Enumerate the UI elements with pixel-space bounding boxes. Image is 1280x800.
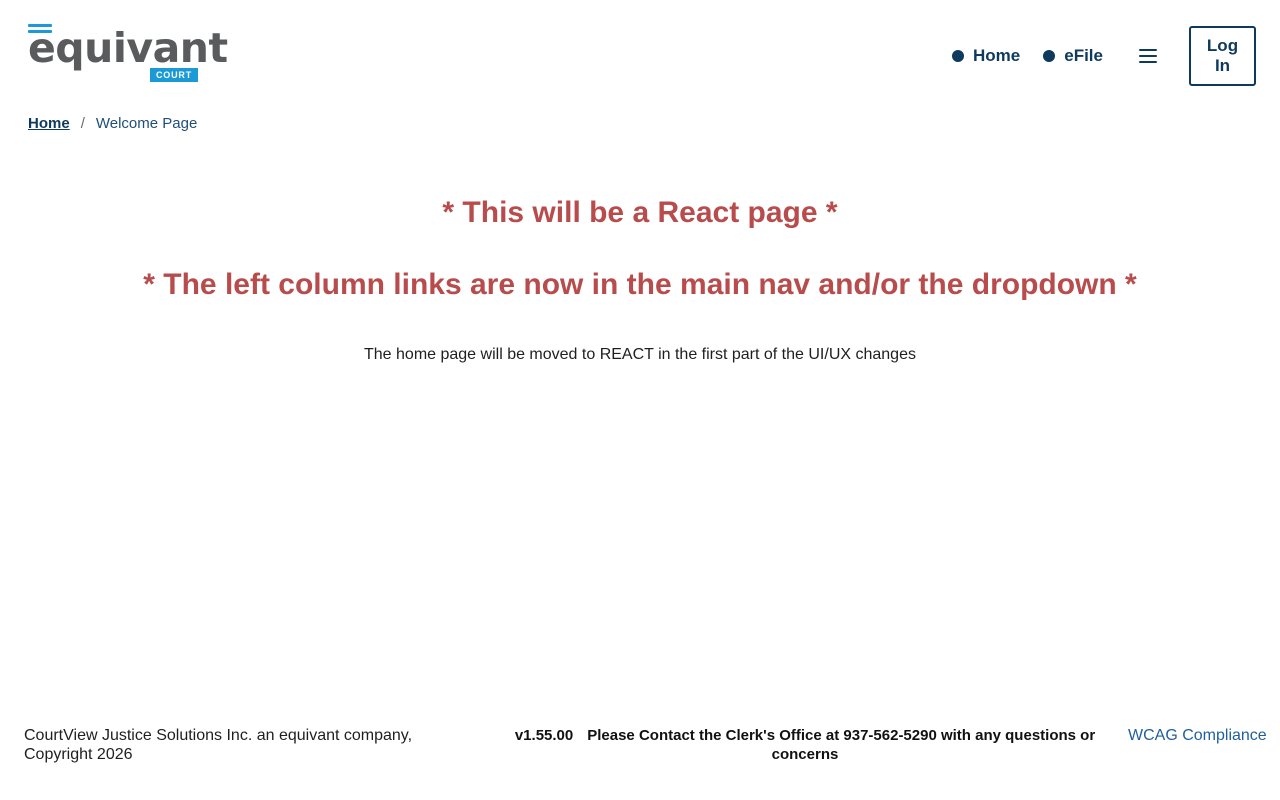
breadcrumb-current: Welcome Page bbox=[95, 115, 198, 132]
footer-company-name: CourtView Justice Solutions Inc. an equi… bbox=[24, 727, 413, 744]
dot-icon bbox=[952, 50, 965, 62]
left-column-notice-heading: * The left column links are now in the m… bbox=[143, 268, 1137, 301]
hamburger-menu-icon[interactable] bbox=[1139, 49, 1157, 63]
footer-copyright: Copyright 2026 bbox=[24, 746, 133, 763]
equivant-court-logo[interactable]: equivant COURT bbox=[28, 22, 228, 84]
react-page-heading: * This will be a React page * bbox=[442, 196, 838, 229]
footer-company: CourtView Justice Solutions Inc. an equi… bbox=[24, 726, 444, 764]
login-button[interactable]: Log In bbox=[1189, 26, 1256, 86]
breadcrumb-separator: / bbox=[80, 115, 85, 132]
footer-contact-block: v1.55.00 Please Contact the Clerk's Offic… bbox=[490, 726, 1120, 764]
logo-badge: COURT bbox=[150, 68, 198, 82]
footer-contact: Please Contact the Clerk's Office at 937… bbox=[587, 727, 1096, 763]
nav-efile-label: eFile bbox=[1064, 46, 1103, 65]
breadcrumb-home-link[interactable]: Home bbox=[28, 115, 70, 132]
logo-wordmark: equivant bbox=[28, 24, 228, 72]
dot-icon bbox=[1043, 50, 1056, 62]
nav-efile[interactable]: eFile bbox=[1043, 46, 1103, 66]
header: equivant COURT Home eFile Log In bbox=[0, 0, 1280, 100]
nav-home[interactable]: Home bbox=[952, 46, 1020, 66]
wcag-compliance-link[interactable]: WCAG Compliance bbox=[1128, 727, 1267, 744]
main-nav: Home eFile Log In bbox=[952, 26, 1256, 86]
footer-wcag: WCAG Compliance bbox=[1128, 725, 1268, 746]
footer-version: v1.55.00 bbox=[514, 727, 574, 744]
breadcrumb: Home / Welcome Page bbox=[28, 115, 197, 132]
nav-home-label: Home bbox=[973, 46, 1021, 65]
home-page-message: The home page will be moved to REACT in … bbox=[364, 346, 916, 363]
